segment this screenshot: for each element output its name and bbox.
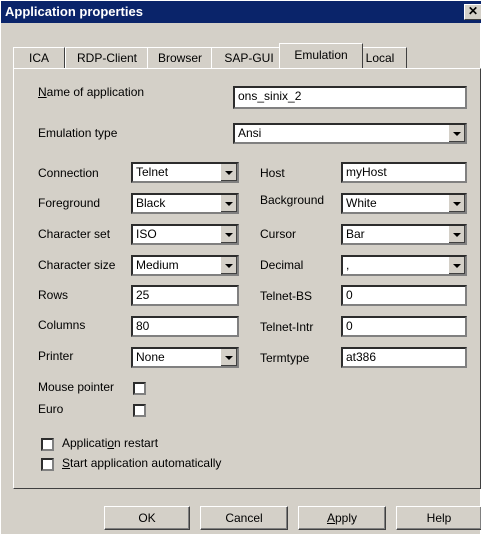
termtype-field[interactable]: at386 bbox=[341, 347, 467, 368]
chevron-down-icon[interactable] bbox=[448, 226, 465, 243]
cursor-label: Cursor bbox=[260, 227, 297, 241]
charset-label: Character set bbox=[38, 227, 111, 241]
rows-field[interactable]: 25 bbox=[131, 285, 239, 306]
app-restart-label-b: n restart bbox=[114, 436, 159, 450]
host-field[interactable]: myHost bbox=[341, 162, 467, 183]
chevron-down-icon[interactable] bbox=[220, 195, 237, 212]
columns-label: Columns bbox=[38, 318, 86, 332]
app-restart-label-a: Applicati bbox=[62, 436, 108, 450]
decimal-label: Decimal bbox=[260, 258, 304, 272]
chevron-down-icon[interactable] bbox=[448, 125, 465, 142]
ok-button[interactable]: OK bbox=[104, 506, 190, 530]
mouse-pointer-label: Mouse pointer bbox=[38, 380, 115, 394]
app-name-label-mnemonic: N bbox=[38, 85, 47, 99]
start-auto-label-mnemonic: S bbox=[62, 456, 71, 470]
help-button[interactable]: Help bbox=[396, 506, 481, 530]
printer-select[interactable]: None bbox=[131, 347, 239, 368]
charset-value: ISO bbox=[136, 227, 157, 241]
termtype-label: Termtype bbox=[260, 351, 310, 365]
background-label: Background bbox=[260, 193, 325, 207]
foreground-value: Black bbox=[136, 196, 166, 210]
app-name-field[interactable]: ons_sinix_2 bbox=[233, 86, 467, 109]
telnet-intr-field[interactable]: 0 bbox=[341, 316, 467, 337]
chevron-down-icon[interactable] bbox=[448, 195, 465, 212]
chevron-down-icon[interactable] bbox=[220, 257, 237, 274]
background-select[interactable]: White bbox=[341, 193, 467, 214]
app-restart-checkbox[interactable] bbox=[41, 438, 54, 451]
app-name-label-text: ame of application bbox=[46, 85, 145, 99]
app-restart-label[interactable]: Application restart bbox=[62, 436, 158, 450]
decimal-select[interactable]: , bbox=[341, 255, 467, 276]
charset-select[interactable]: ISO bbox=[131, 224, 239, 245]
apply-label: pply bbox=[335, 511, 358, 525]
chevron-down-icon[interactable] bbox=[220, 164, 237, 181]
apply-mnemonic: A bbox=[326, 511, 335, 525]
tab-rdp-client[interactable]: RDP-Client bbox=[65, 47, 149, 68]
apply-button[interactable]: Apply bbox=[298, 506, 386, 530]
chevron-down-icon[interactable] bbox=[448, 257, 465, 274]
printer-value: None bbox=[136, 350, 165, 364]
cursor-value: Bar bbox=[346, 227, 365, 241]
connection-select[interactable]: Telnet bbox=[131, 162, 239, 183]
emulation-type-value: Ansi bbox=[238, 126, 262, 140]
chevron-down-icon[interactable] bbox=[220, 226, 237, 243]
emulation-type-label: Emulation type bbox=[38, 126, 118, 140]
cursor-select[interactable]: Bar bbox=[341, 224, 467, 245]
euro-checkbox[interactable] bbox=[133, 404, 146, 417]
window-title: Application properties bbox=[5, 4, 143, 19]
start-auto-label-text: tart application automatically bbox=[70, 456, 222, 470]
tab-emulation[interactable]: Emulation bbox=[279, 43, 363, 68]
rows-label: Rows bbox=[38, 288, 69, 302]
dialog-window: Application properties ✕ ICA RDP-Client … bbox=[0, 0, 481, 534]
tab-browser[interactable]: Browser bbox=[147, 47, 213, 68]
tab-sap-gui[interactable]: SAP-GUI bbox=[211, 47, 287, 68]
charsize-select[interactable]: Medium bbox=[131, 255, 239, 276]
telnet-bs-field[interactable]: 0 bbox=[341, 285, 467, 306]
charsize-value: Medium bbox=[136, 258, 179, 272]
foreground-label: Foreground bbox=[38, 196, 101, 210]
title-bar[interactable]: Application properties ✕ bbox=[1, 1, 481, 23]
close-button[interactable]: ✕ bbox=[464, 4, 481, 20]
columns-field[interactable]: 80 bbox=[131, 316, 239, 337]
foreground-select[interactable]: Black bbox=[131, 193, 239, 214]
emulation-type-select[interactable]: Ansi bbox=[233, 123, 467, 144]
emulation-panel: Name of application ons_sinix_2 Emulatio… bbox=[13, 68, 481, 489]
connection-value: Telnet bbox=[136, 165, 169, 179]
tab-ica[interactable]: ICA bbox=[13, 47, 65, 68]
charsize-label: Character size bbox=[38, 258, 116, 272]
telnet-bs-label: Telnet-BS bbox=[260, 289, 313, 303]
connection-label: Connection bbox=[38, 166, 99, 180]
background-value: White bbox=[346, 196, 377, 210]
telnet-intr-label: Telnet-Intr bbox=[260, 320, 314, 334]
mouse-pointer-checkbox[interactable] bbox=[133, 382, 146, 395]
euro-label: Euro bbox=[38, 402, 64, 416]
chevron-down-icon[interactable] bbox=[220, 349, 237, 366]
app-name-label: Name of application bbox=[38, 85, 144, 99]
start-auto-label[interactable]: Start application automatically bbox=[62, 456, 221, 470]
decimal-value: , bbox=[346, 258, 350, 272]
printer-label: Printer bbox=[38, 349, 74, 363]
start-auto-checkbox[interactable] bbox=[41, 458, 54, 471]
host-label: Host bbox=[260, 166, 285, 180]
cancel-button[interactable]: Cancel bbox=[200, 506, 288, 530]
